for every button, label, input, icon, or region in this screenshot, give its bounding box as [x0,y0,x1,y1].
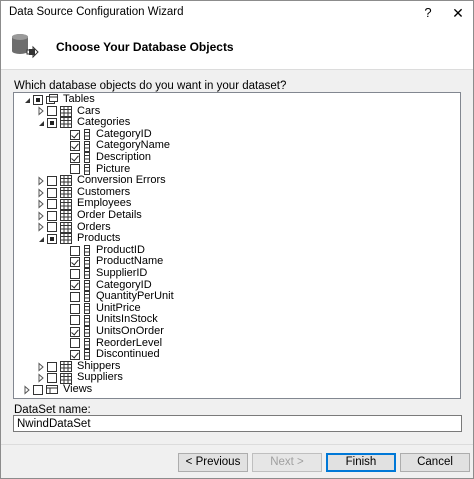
column-icon [83,279,91,291]
tree-item-checkbox[interactable] [47,373,57,384]
tree-item[interactable]: UnitsOnOrder [59,325,164,338]
tree-item-checkbox[interactable] [70,268,80,279]
wizard-header: Choose Your Database Objects [1,25,473,69]
tree-item-checkbox[interactable] [33,94,43,105]
expand-arrow-icon[interactable] [36,373,46,383]
tree-item-label: Tables [63,93,95,105]
title-bar: Data Source Configuration Wizard ? ✕ [1,1,473,25]
column-icon [83,349,91,361]
close-button[interactable]: ✕ [443,1,473,25]
tree-item-checkbox[interactable] [47,117,57,128]
tree-item-checkbox[interactable] [47,106,57,117]
finish-button[interactable]: Finish [326,453,396,472]
column-icon [83,140,91,152]
expand-arrow-icon[interactable] [22,385,32,395]
column-icon [83,291,91,303]
table-icon [60,198,72,210]
tree-item[interactable]: Order Details [36,209,142,222]
column-icon [83,256,91,268]
tree-item[interactable]: SupplierID [59,267,148,280]
column-icon [83,326,91,338]
tables-icon [46,94,58,105]
tree-item[interactable]: Tables [22,93,95,106]
table-icon [60,187,72,199]
column-icon [83,268,91,280]
column-icon [83,152,91,164]
tree-item[interactable]: Views [22,383,93,396]
tree-item-checkbox[interactable] [47,222,57,233]
column-icon [83,245,91,257]
tree-item-checkbox[interactable] [70,245,80,256]
expand-arrow-icon[interactable] [36,106,46,116]
table-icon [60,117,72,129]
expand-arrow-icon[interactable] [36,176,46,186]
tree-item-checkbox[interactable] [70,164,80,175]
tree-item-checkbox[interactable] [70,349,80,360]
tree-item-label: Description [96,151,152,163]
expand-arrow-icon[interactable] [36,361,46,372]
table-icon [60,175,72,187]
dataset-name-input[interactable] [13,415,462,432]
help-button[interactable]: ? [413,1,443,25]
previous-button[interactable]: < Previous [178,453,248,472]
tree-item-checkbox[interactable] [70,315,80,326]
collapse-arrow-icon[interactable] [36,234,46,244]
table-icon [60,210,72,222]
expand-arrow-icon[interactable] [36,187,46,198]
database-objects-tree[interactable]: Tables Cars Categories CategoryID CategoryNa… [13,92,461,399]
expand-arrow-icon[interactable] [36,222,46,232]
tree-item[interactable]: Description [59,151,152,164]
table-icon [60,233,72,245]
database-icon [12,34,39,59]
wizard-body: Which database objects do you want in yo… [1,69,473,478]
tree-item-checkbox[interactable] [47,210,57,221]
next-button[interactable]: Next > [252,453,322,472]
column-icon [83,303,91,315]
tree-item-checkbox[interactable] [47,361,57,372]
page-title: Choose Your Database Objects [56,40,234,54]
tree-item-checkbox[interactable] [33,384,43,395]
table-icon [60,105,72,117]
tree-item-checkbox[interactable] [70,338,80,349]
wizard-window: Data Source Configuration Wizard ? ✕ Cho… [0,0,474,479]
collapse-arrow-icon[interactable] [36,118,46,128]
tree-item-checkbox[interactable] [47,199,57,210]
collapse-arrow-icon[interactable] [22,95,32,105]
tree-item-label: UnitsOnOrder [96,325,164,337]
question-label: Which database objects do you want in yo… [14,80,287,92]
tree-item-label: SupplierID [96,267,148,279]
tree-item-checkbox[interactable] [70,152,80,163]
tree-item-checkbox[interactable] [70,257,80,268]
tree-item-checkbox[interactable] [70,291,80,302]
tree-item-checkbox[interactable] [70,280,80,291]
tree-item-checkbox[interactable] [47,187,57,198]
tree-item-checkbox[interactable] [70,326,80,337]
footer-divider [1,444,473,445]
tree-item-checkbox[interactable] [47,233,57,244]
tree-item-label: Views [63,383,93,395]
tree-item-checkbox[interactable] [70,303,80,314]
tree-item-checkbox[interactable] [70,141,80,152]
column-icon [83,314,91,326]
table-icon [60,361,72,373]
cancel-button[interactable]: Cancel [400,453,470,472]
tree-item-checkbox[interactable] [70,129,80,140]
expand-arrow-icon[interactable] [36,199,46,209]
views-icon [46,384,58,395]
column-icon [83,129,91,141]
table-icon [60,221,72,233]
window-title: Data Source Configuration Wizard [9,6,184,18]
tree-item-checkbox[interactable] [47,175,57,186]
column-icon [83,337,91,349]
expand-arrow-icon[interactable] [36,211,46,221]
tree-item-label: Order Details [77,209,142,221]
